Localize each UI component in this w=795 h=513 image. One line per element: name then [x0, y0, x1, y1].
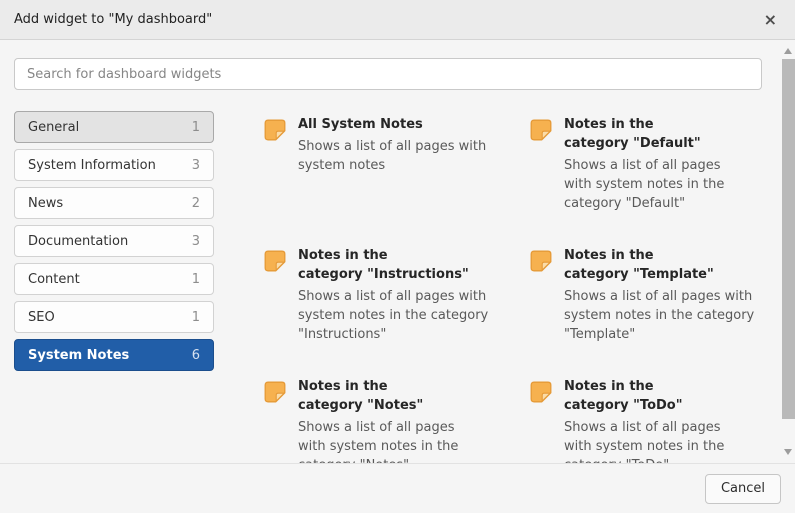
- widget-notes-todo[interactable]: Notes in the category "ToDo" Shows a lis…: [528, 377, 780, 463]
- widget-title: Notes in the category "Instructions": [298, 246, 488, 284]
- sidebar-item-system-information[interactable]: System Information 3: [14, 149, 214, 181]
- sticky-note-icon: [528, 248, 554, 274]
- modal-title: Add widget to "My dashboard": [14, 12, 212, 27]
- widget-description: Shows a list of all pages with system no…: [298, 287, 488, 344]
- sticky-note-icon: [528, 379, 554, 405]
- modal-header: Add widget to "My dashboard" ×: [0, 0, 795, 40]
- widget-description: Shows a list of all pages with system no…: [298, 137, 486, 175]
- sidebar-item-news[interactable]: News 2: [14, 187, 214, 219]
- widget-text: Notes in the category "Notes" Shows a li…: [298, 377, 458, 463]
- category-label: System Information: [28, 158, 156, 173]
- body-main: General 1 System Information 3 News 2 Do…: [14, 111, 762, 463]
- widget-text: Notes in the category "Template" Shows a…: [564, 246, 754, 344]
- add-widget-modal: Add widget to "My dashboard" × General 1…: [0, 0, 795, 513]
- widget-title: All System Notes: [298, 115, 486, 134]
- category-count: 3: [192, 158, 200, 173]
- sidebar-item-general[interactable]: General 1: [14, 111, 214, 143]
- scroll-up-icon[interactable]: [784, 48, 792, 54]
- widget-description: Shows a list of all pages with system no…: [564, 156, 724, 213]
- category-label: SEO: [28, 310, 55, 325]
- widget-notes-instructions[interactable]: Notes in the category "Instructions" Sho…: [262, 246, 514, 344]
- category-sidebar: General 1 System Information 3 News 2 Do…: [14, 111, 214, 463]
- sticky-note-icon: [262, 117, 288, 143]
- widget-title: Notes in the category "Default": [564, 115, 724, 153]
- sticky-note-icon: [528, 117, 554, 143]
- category-label: Content: [28, 272, 80, 287]
- sidebar-item-system-notes[interactable]: System Notes 6: [14, 339, 214, 371]
- category-label: General: [28, 120, 79, 135]
- widget-title: Notes in the category "ToDo": [564, 377, 724, 415]
- scrollbar-thumb[interactable]: [782, 59, 795, 419]
- category-count: 2: [192, 196, 200, 211]
- category-label: Documentation: [28, 234, 128, 249]
- category-label: System Notes: [28, 348, 129, 363]
- modal-body: General 1 System Information 3 News 2 Do…: [0, 40, 795, 463]
- widget-text: Notes in the category "ToDo" Shows a lis…: [564, 377, 724, 463]
- widget-grid: All System Notes Shows a list of all pag…: [262, 115, 780, 463]
- sidebar-item-content[interactable]: Content 1: [14, 263, 214, 295]
- modal-footer: Cancel: [0, 463, 795, 513]
- widget-notes-template[interactable]: Notes in the category "Template" Shows a…: [528, 246, 780, 344]
- widget-text: Notes in the category "Default" Shows a …: [564, 115, 724, 213]
- category-label: News: [28, 196, 63, 211]
- widget-text: All System Notes Shows a list of all pag…: [298, 115, 486, 175]
- widget-notes-notes[interactable]: Notes in the category "Notes" Shows a li…: [262, 377, 514, 463]
- widget-text: Notes in the category "Instructions" Sho…: [298, 246, 488, 344]
- sidebar-item-documentation[interactable]: Documentation 3: [14, 225, 214, 257]
- widget-notes-default[interactable]: Notes in the category "Default" Shows a …: [528, 115, 780, 213]
- category-count: 3: [192, 234, 200, 249]
- category-count: 6: [192, 348, 200, 363]
- search-input[interactable]: [14, 58, 762, 90]
- widget-title: Notes in the category "Notes": [298, 377, 458, 415]
- sticky-note-icon: [262, 248, 288, 274]
- cancel-button[interactable]: Cancel: [705, 474, 781, 504]
- widget-title: Notes in the category "Template": [564, 246, 754, 284]
- category-count: 1: [192, 272, 200, 287]
- widget-description: Shows a list of all pages with system no…: [564, 418, 724, 463]
- sticky-note-icon: [262, 379, 288, 405]
- scroll-down-icon[interactable]: [784, 449, 792, 455]
- widget-all-system-notes[interactable]: All System Notes Shows a list of all pag…: [262, 115, 514, 213]
- scrollbar[interactable]: [782, 41, 795, 462]
- widget-description: Shows a list of all pages with system no…: [298, 418, 458, 463]
- widget-description: Shows a list of all pages with system no…: [564, 287, 754, 344]
- close-icon[interactable]: ×: [760, 10, 781, 30]
- sidebar-item-seo[interactable]: SEO 1: [14, 301, 214, 333]
- category-count: 1: [192, 120, 200, 135]
- category-count: 1: [192, 310, 200, 325]
